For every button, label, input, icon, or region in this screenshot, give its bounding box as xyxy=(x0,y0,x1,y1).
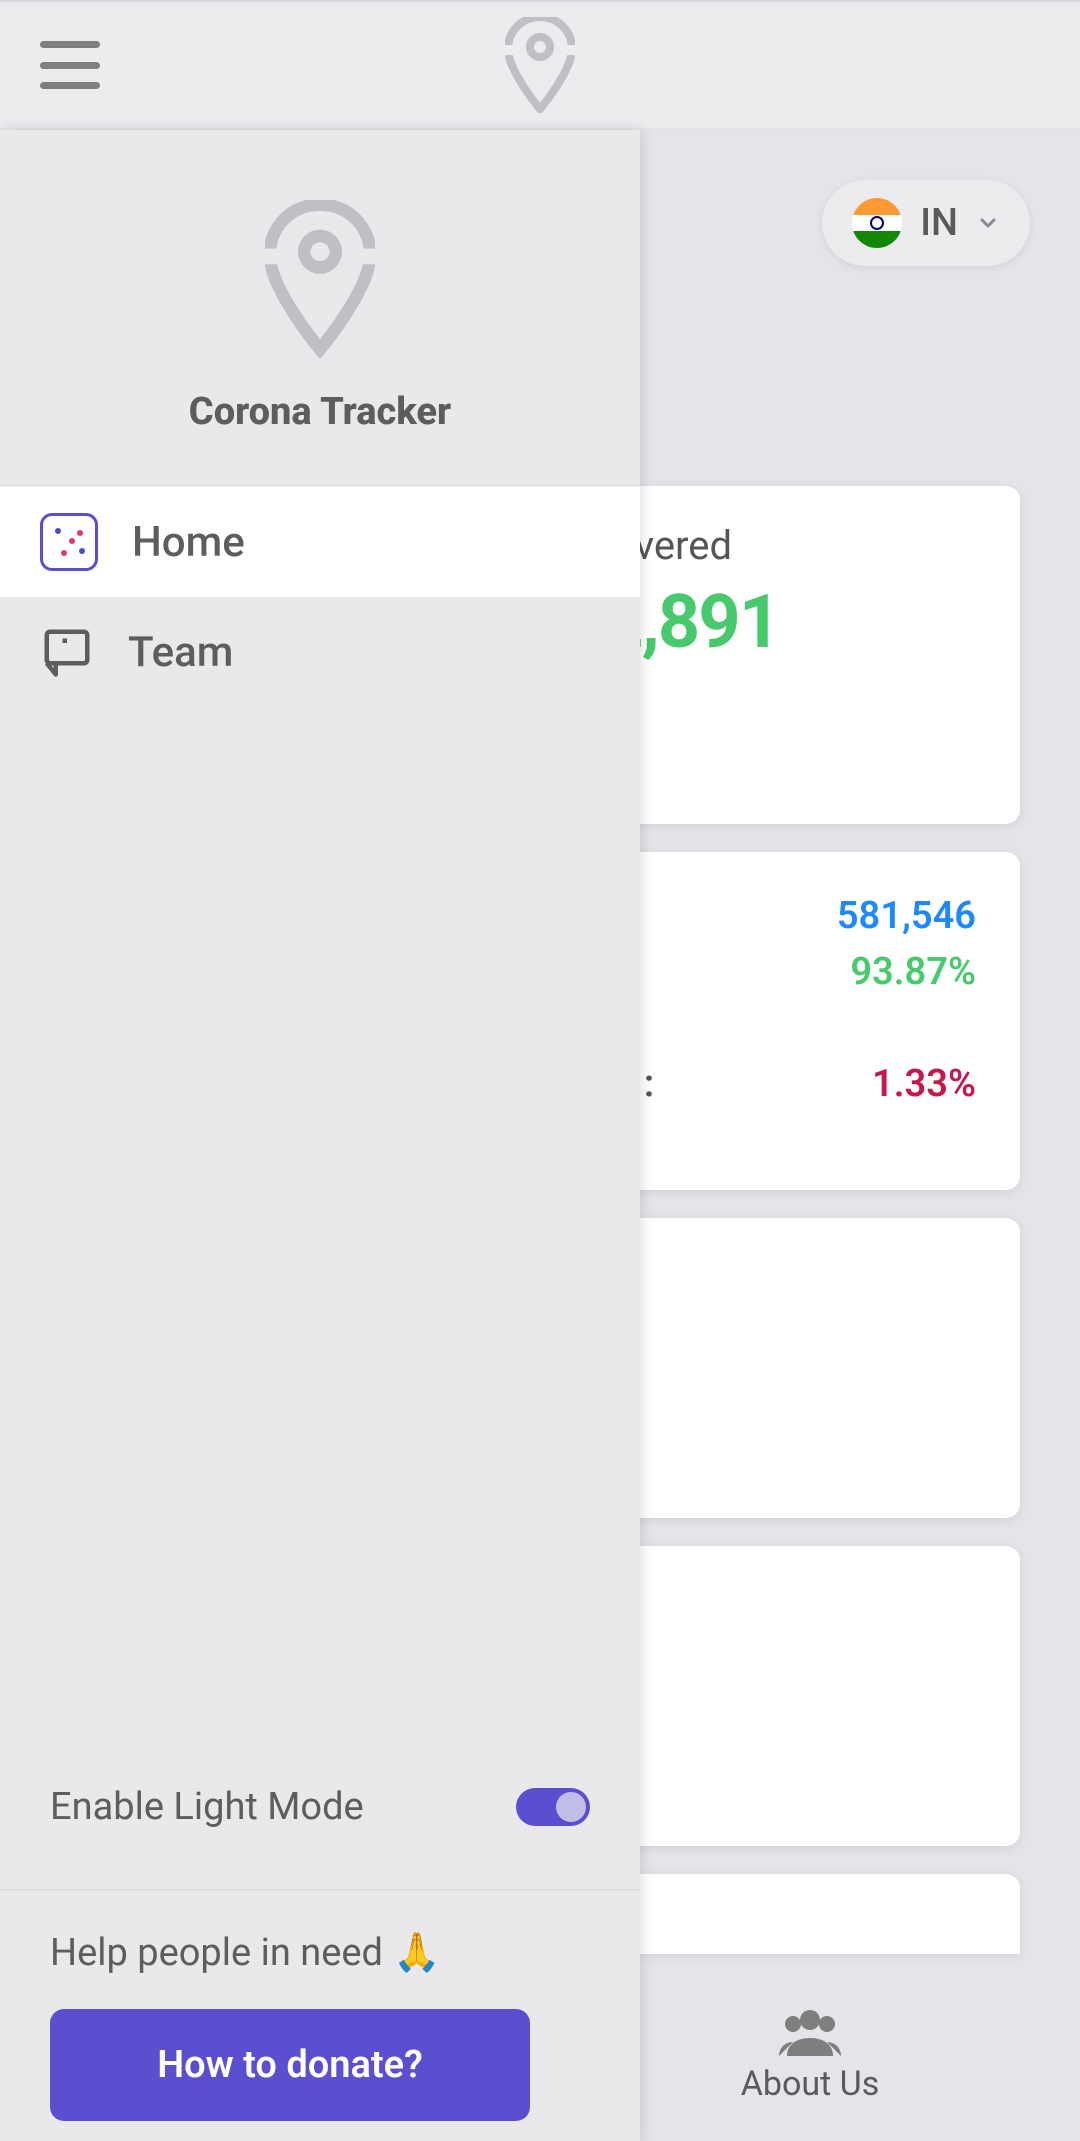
nav-item-team[interactable]: Team xyxy=(0,599,640,705)
death-value: 1.33% xyxy=(872,1062,976,1106)
theme-toggle-row: Enable Light Mode xyxy=(0,1755,640,1891)
group-icon xyxy=(779,2008,841,2056)
donate-section: Help people in need 🙏 How to donate? xyxy=(0,1891,640,2141)
theme-toggle-label: Enable Light Mode xyxy=(50,1785,364,1829)
team-icon xyxy=(40,625,94,679)
top-app-bar xyxy=(0,0,1080,130)
about-us-label: About Us xyxy=(741,2064,880,2104)
app-logo-icon xyxy=(265,200,375,360)
theme-toggle[interactable] xyxy=(516,1788,590,1826)
menu-button[interactable] xyxy=(40,41,100,89)
donate-help-text: Help people in need 🙏 xyxy=(50,1931,590,1975)
app-name: Corona Tracker xyxy=(189,390,451,434)
pray-icon: 🙏 xyxy=(393,1931,440,1975)
app-logo-icon xyxy=(505,17,575,113)
chevron-down-icon xyxy=(976,211,1000,235)
active-value: 581,546 xyxy=(837,894,976,938)
nav-drawer: Corona Tracker Home Team Enable Light Mo… xyxy=(0,130,640,2141)
donate-button[interactable]: How to donate? xyxy=(50,2009,530,2121)
country-selector[interactable]: IN xyxy=(822,180,1030,266)
recovery-value: 93.87% xyxy=(850,950,976,994)
nav-item-home[interactable]: Home xyxy=(0,485,640,599)
nav-label-home: Home xyxy=(132,518,245,567)
india-flag-icon xyxy=(852,198,902,248)
drawer-nav-list: Home Team xyxy=(0,484,640,705)
drawer-header: Corona Tracker xyxy=(0,130,640,484)
country-code: IN xyxy=(920,201,958,245)
nav-label-team: Team xyxy=(128,628,233,677)
home-icon xyxy=(40,513,98,571)
